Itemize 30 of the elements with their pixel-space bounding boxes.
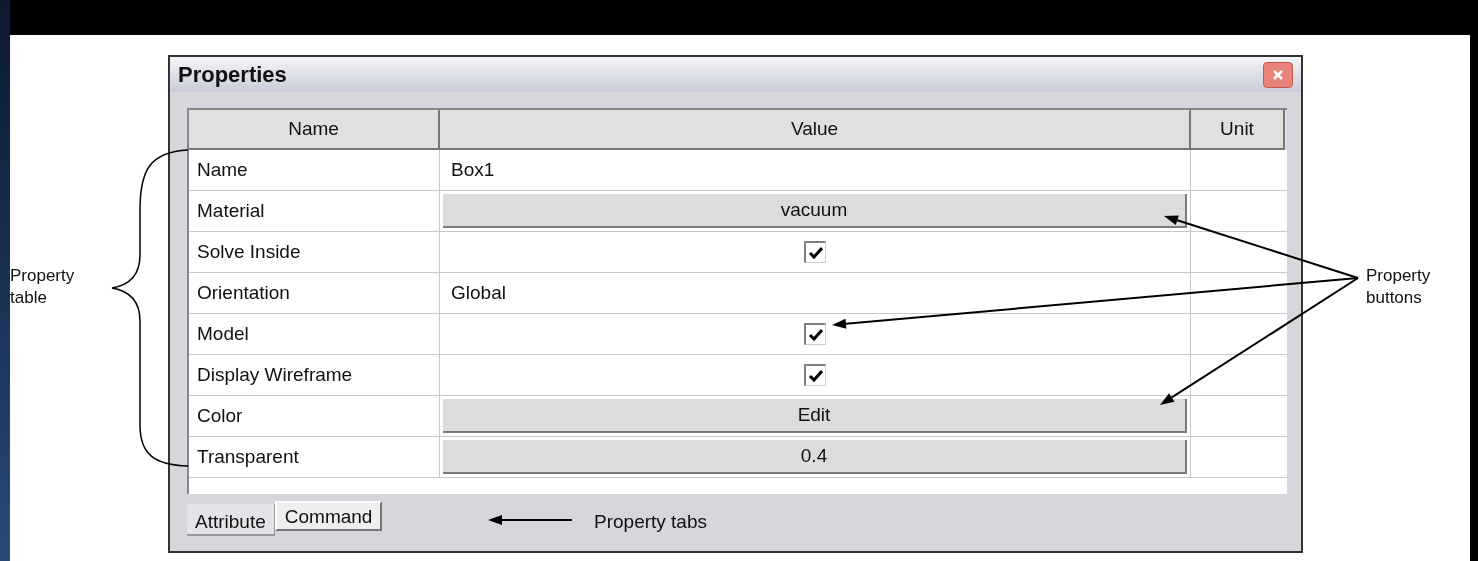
check-icon — [808, 369, 823, 382]
checkbox[interactable] — [804, 323, 826, 345]
property-button[interactable]: vacuum — [443, 194, 1187, 228]
property-button[interactable]: 0.4 — [443, 440, 1187, 474]
annotation-label: Property buttons — [1366, 265, 1431, 309]
checkbox[interactable] — [804, 364, 826, 386]
value-text: Global — [450, 280, 506, 305]
window-title: Properties — [178, 61, 287, 89]
checkbox[interactable] — [804, 241, 826, 263]
column-header: Unit — [1191, 110, 1285, 150]
tab[interactable]: Command — [274, 501, 383, 531]
property-name: Orientation — [197, 280, 290, 305]
column-header: Name — [189, 110, 440, 150]
check-icon — [808, 328, 823, 341]
property-name: Solve Inside — [197, 239, 301, 264]
close-button[interactable] — [1263, 61, 1293, 88]
tab[interactable]: Attribute — [187, 504, 275, 536]
check-icon — [808, 246, 823, 259]
property-name: Transparent — [197, 444, 299, 469]
value-text: Box1 — [450, 157, 495, 182]
property-name: Display Wireframe — [197, 362, 353, 387]
column-header: Value — [440, 110, 1191, 150]
property-name: Model — [197, 321, 249, 346]
property-button[interactable]: Edit — [443, 399, 1187, 433]
property-name: Material — [197, 198, 265, 223]
property-name: Color — [197, 403, 243, 428]
annotation-label: Property tabs — [594, 510, 707, 534]
close-icon — [1272, 68, 1284, 81]
annotation-label: Property table — [10, 265, 75, 309]
property-name: Name — [197, 157, 248, 182]
